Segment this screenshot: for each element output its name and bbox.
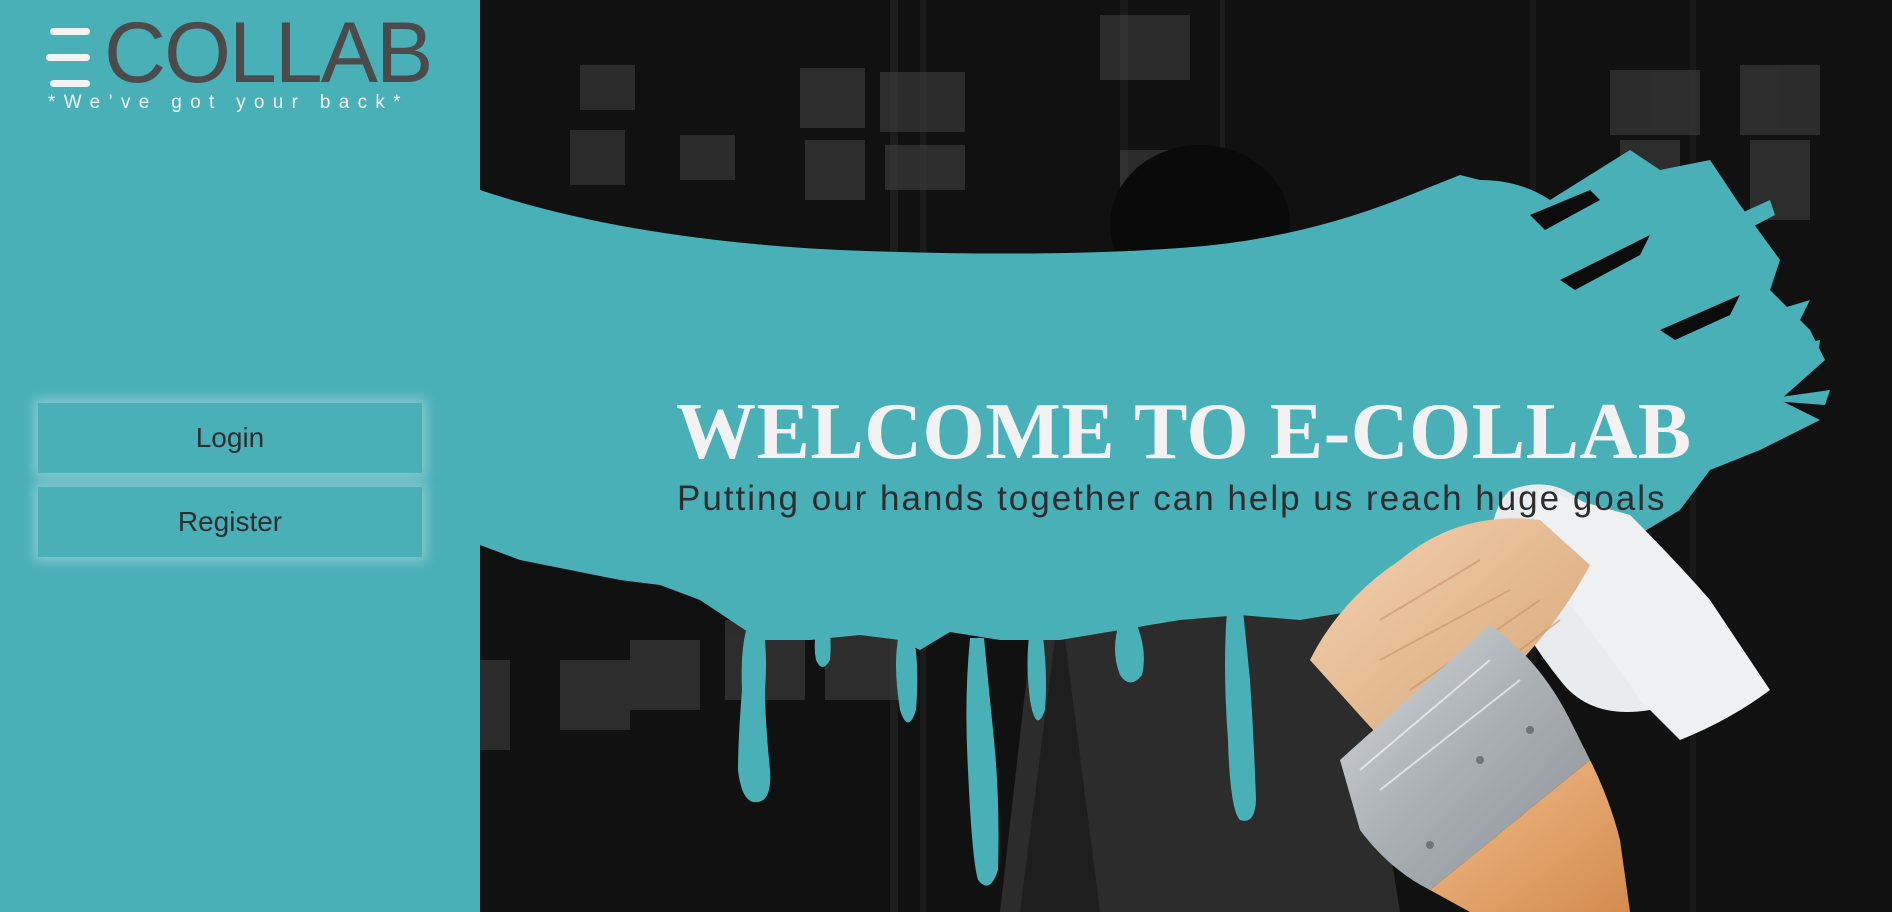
register-button[interactable]: Register xyxy=(38,487,422,557)
brand-name: COLLAB xyxy=(104,5,433,101)
hero-title: WELCOME TO E-COLLAB xyxy=(676,388,1692,476)
brand-logo[interactable]: COLLAB *We’ve got your back* xyxy=(46,10,433,118)
logo-mark-icon xyxy=(46,24,90,88)
brand-tagline: *We’ve got your back* xyxy=(48,92,409,113)
login-button[interactable]: Login xyxy=(38,403,422,473)
hero-banner: WELCOME TO E-COLLAB Putting our hands to… xyxy=(480,0,1892,912)
sidebar: COLLAB *We’ve got your back* Login Regis… xyxy=(0,0,480,912)
hero-subtitle: Putting our hands together can help us r… xyxy=(677,479,1667,518)
